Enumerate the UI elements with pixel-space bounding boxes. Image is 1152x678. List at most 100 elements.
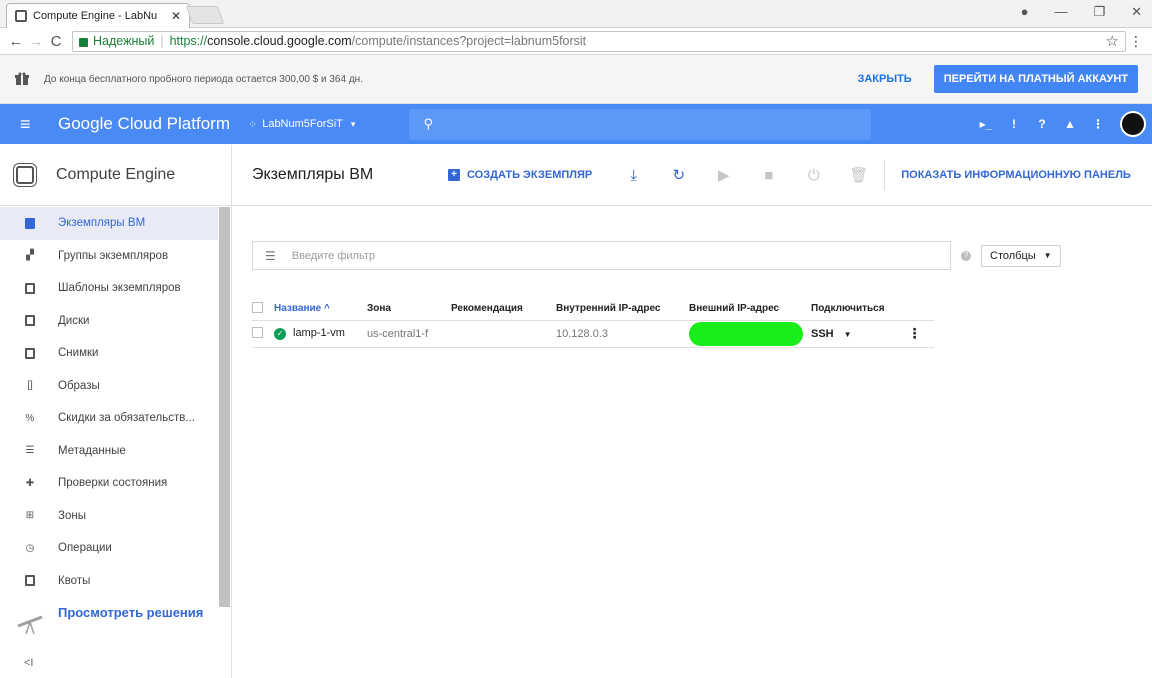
gift-icon [14, 71, 30, 87]
url-input[interactable]: Надежный | https://console.cloud.google.… [72, 30, 1126, 52]
reset-power-icon[interactable]: ⏻ [802, 167, 825, 184]
sidebar-item-snapshots[interactable]: Снимки [0, 337, 218, 370]
bell-icon[interactable]: ▲ [1056, 117, 1084, 131]
url-host: console.cloud.google.com [207, 34, 352, 48]
gcp-brand[interactable]: Google Cloud Platform [58, 114, 230, 134]
sidebar-item-label: Квоты [58, 574, 91, 587]
trial-banner: До конца бесплатного пробного периода ос… [0, 55, 1152, 104]
tab-close-icon[interactable]: ✕ [171, 9, 181, 23]
profile-icon[interactable]: ● [1021, 4, 1029, 20]
table-row[interactable]: ✓ lamp-1-vm us-central1-f 10.128.0.3 SSH ▼… [252, 319, 934, 348]
sidebar-item-quotas[interactable]: Квоты [0, 565, 218, 598]
toolbar-divider [884, 160, 886, 190]
browser-menu-icon[interactable]: ⋮ [1126, 33, 1146, 50]
show-info-panel-button[interactable]: ПОКАЗАТЬ ИНФОРМАЦИОННУЮ ПАНЕЛЬ [901, 169, 1131, 181]
operations-icon: ◷ [25, 542, 35, 554]
filter-row: ☰ Введите фильтр ? Столбцы ▼ [252, 241, 1061, 270]
sidebar-item-zones[interactable]: ⊞ Зоны [0, 500, 218, 533]
create-instance-button[interactable]: + СОЗДАТЬ ЭКЗЕМПЛЯР [448, 169, 592, 181]
ssh-connect-dropdown[interactable]: SSH ▼ [811, 319, 901, 348]
zones-icon: ⊞ [25, 510, 35, 522]
sidebar-item-health-checks[interactable]: ✚ Проверки состояния [0, 467, 218, 500]
discount-icon: % [25, 412, 35, 424]
minimize-icon[interactable]: — [1054, 4, 1067, 20]
instance-templates-icon [24, 282, 36, 294]
column-header-actions [901, 298, 934, 320]
sidebar-nav: Экземпляры ВМ ▞ Группы экземпляров Шаблон… [0, 207, 218, 597]
project-dots-icon: ⁘ [247, 118, 258, 131]
column-header-recommendation[interactable]: Рекомендация [451, 298, 556, 320]
solutions-link[interactable]: Просмотреть решения [0, 602, 231, 640]
instances-table: Название ^ Зона Рекомендация Внутренний … [252, 298, 934, 348]
instance-zone: us-central1-f [367, 319, 451, 348]
url-scheme: https:// [169, 34, 208, 48]
help-icon[interactable]: ? [1028, 117, 1056, 131]
instance-name-cell[interactable]: ✓ lamp-1-vm [274, 319, 367, 348]
sidebar-item-disks[interactable]: Диски [0, 305, 218, 338]
refresh-icon[interactable]: ↻ [667, 166, 690, 184]
help-circle-icon[interactable]: ? [961, 250, 971, 261]
vm-instances-icon [24, 217, 36, 229]
table-header-row: Название ^ Зона Рекомендация Внутренний … [252, 298, 934, 320]
sidebar-item-instance-templates[interactable]: Шаблоны экземпляров [0, 272, 218, 305]
project-selector[interactable]: ⁘ LabNum5ForSiT ▾ [248, 118, 355, 131]
project-name: LabNum5ForSiT [262, 118, 343, 130]
search-input[interactable]: ⚲ [409, 108, 872, 140]
gcp-header: ≡ Google Cloud Platform ⁘ LabNum5ForSiT … [0, 104, 1152, 144]
sidebar-item-instance-groups[interactable]: ▞ Группы экземпляров [0, 240, 218, 273]
start-icon[interactable]: ▶ [712, 166, 735, 184]
browser-tab[interactable]: Compute Engine - LabNu ✕ [6, 3, 190, 28]
download-icon[interactable]: ⤓ [622, 167, 645, 184]
filter-input[interactable]: ☰ Введите фильтр [252, 241, 951, 270]
bookmark-star-icon[interactable]: ☆ [1106, 32, 1119, 50]
avatar[interactable] [1120, 111, 1146, 137]
collapse-sidebar-icon[interactable]: <I [24, 657, 33, 669]
new-tab-button[interactable] [185, 6, 225, 24]
window-close-icon[interactable]: ✕ [1131, 4, 1142, 20]
more-vert-icon[interactable]: ⋮ [1084, 117, 1112, 131]
stop-icon[interactable]: ■ [757, 167, 780, 184]
sidebar-item-label: Снимки [58, 347, 99, 360]
reload-icon[interactable]: C [46, 33, 66, 50]
column-header-external-ip[interactable]: Внешний IP-адрес [689, 298, 811, 320]
sidebar-scrollbar[interactable] [219, 207, 230, 607]
hamburger-menu-icon[interactable]: ≡ [20, 114, 40, 135]
select-all-checkbox[interactable] [252, 301, 263, 313]
chevron-down-icon: ▾ [350, 118, 356, 129]
delete-icon[interactable]: 🗑 [847, 166, 870, 184]
ssh-label: SSH [811, 327, 834, 340]
row-more-vert-icon[interactable]: ⋮ [901, 319, 934, 348]
create-instance-label: СОЗДАТЬ ЭКЗЕМПЛЯР [467, 169, 593, 181]
sidebar: Compute Engine Экземпляры ВМ ▞ Группы экз… [0, 145, 232, 678]
sidebar-item-discounts[interactable]: % Скидки за обязательств... [0, 402, 218, 435]
solutions-label: Просмотреть решения [58, 605, 204, 620]
sidebar-item-label: Диски [58, 314, 90, 327]
column-header-internal-ip[interactable]: Внутренний IP-адрес [556, 298, 689, 320]
cloud-shell-icon[interactable]: ▸_ [972, 117, 1000, 131]
sidebar-item-label: Образы [58, 379, 100, 392]
sidebar-item-vm-instances[interactable]: Экземпляры ВМ [0, 207, 218, 240]
snapshot-icon [24, 347, 36, 359]
row-checkbox[interactable] [252, 326, 263, 338]
column-header-zone[interactable]: Зона [367, 298, 451, 320]
metadata-icon: ☰ [25, 445, 35, 457]
sidebar-item-operations[interactable]: ◷ Операции [0, 532, 218, 565]
notifications-alert-icon[interactable]: ! [1000, 117, 1028, 131]
restore-icon[interactable]: ❐ [1093, 4, 1105, 20]
sidebar-item-label: Операции [58, 542, 112, 555]
instance-internal-ip: 10.128.0.3 [556, 319, 689, 348]
instance-groups-icon: ▞ [26, 250, 34, 262]
forward-icon[interactable]: → [26, 33, 46, 50]
quotas-icon [24, 575, 36, 587]
sidebar-item-metadata[interactable]: ☰ Метаданные [0, 435, 218, 468]
tab-title: Compute Engine - LabNu [33, 10, 158, 22]
column-header-name[interactable]: Название ^ [274, 298, 367, 320]
trial-close-button[interactable]: ЗАКРЫТЬ [857, 73, 911, 85]
back-icon[interactable]: ← [6, 33, 26, 50]
upgrade-account-button[interactable]: ПЕРЕЙТИ НА ПЛАТНЫЙ АККАУНТ [933, 65, 1138, 93]
columns-label: Столбцы [990, 249, 1036, 262]
sidebar-item-images[interactable]: [] Образы [0, 370, 218, 403]
columns-dropdown[interactable]: Столбцы ▼ [981, 244, 1061, 267]
instance-name[interactable]: lamp-1-vm [293, 327, 345, 339]
instance-external-ip-cell [689, 319, 811, 348]
